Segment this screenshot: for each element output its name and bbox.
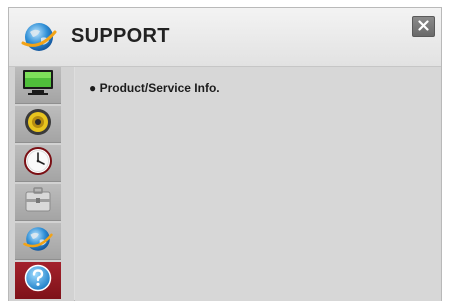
- sidebar-item-audio[interactable]: [15, 106, 61, 143]
- sidebar-item-picture[interactable]: [15, 67, 61, 104]
- sidebar-item-support[interactable]: [15, 262, 61, 299]
- content-panel: ● Product/Service Info.: [75, 67, 441, 301]
- monitor-icon: [22, 68, 54, 103]
- close-icon: [418, 18, 429, 36]
- close-button[interactable]: [412, 16, 435, 37]
- support-dialog: SUPPORT ● Product/Service Info.: [8, 7, 442, 301]
- sidebar-item-network[interactable]: [15, 223, 61, 260]
- globe-icon: [22, 223, 54, 260]
- sidebar-item-time[interactable]: [15, 145, 61, 182]
- title-bar: SUPPORT: [9, 8, 441, 67]
- sidebar-item-setup[interactable]: [15, 184, 61, 221]
- menu-item-product-service-info[interactable]: ● Product/Service Info.: [89, 81, 220, 95]
- category-sidebar: [9, 67, 74, 301]
- dialog-title: SUPPORT: [71, 25, 170, 47]
- clock-icon: [23, 146, 53, 181]
- speaker-icon: [23, 107, 53, 142]
- help-icon: [23, 263, 53, 298]
- toolbox-icon: [23, 186, 53, 219]
- globe-icon: [20, 18, 58, 56]
